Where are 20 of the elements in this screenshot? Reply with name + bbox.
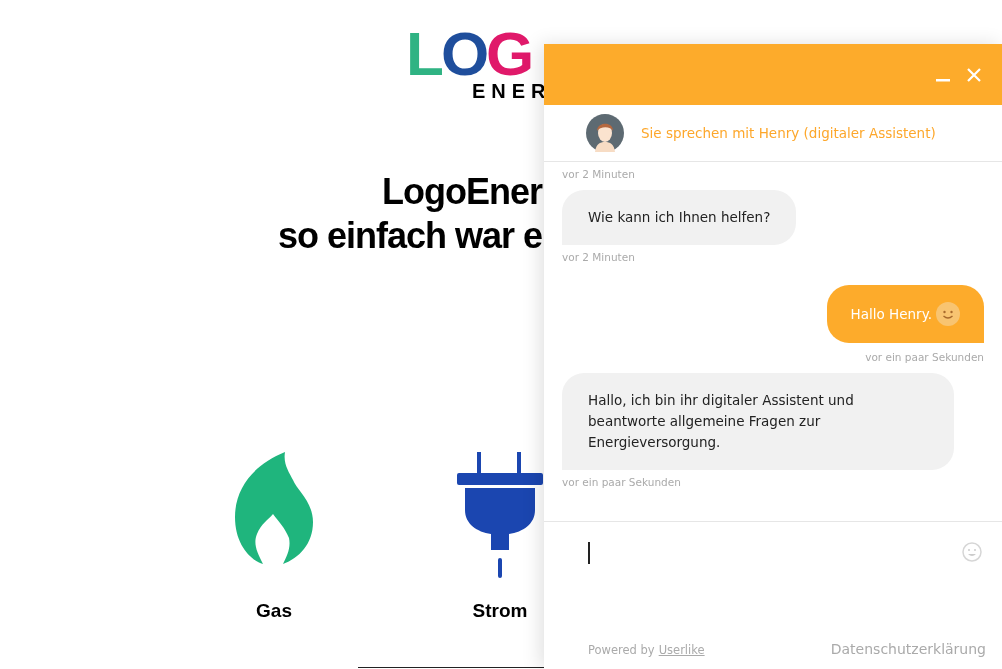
product-label[interactable]: Gas [256, 600, 292, 622]
flame-icon [235, 452, 313, 566]
product-label[interactable]: Strom [472, 600, 528, 622]
close-icon [966, 66, 982, 83]
smiley-icon[interactable] [962, 542, 982, 562]
message-timestamp: vor 2 Minuten [562, 251, 636, 263]
minimize-icon [936, 78, 950, 82]
message-text: Hallo Henry. [850, 304, 932, 324]
agent-title: Sie sprechen mit Henry (digitaler Assistent) [641, 125, 936, 141]
message-timestamp: vor ein paar Sekunden [865, 351, 984, 363]
message-timestamp: vor 2 Minuten [562, 168, 636, 180]
agent-message: Hallo, ich bin ihr digitaler Assistent und beantworte allgemeine Fragen zur Energieversorgung. [562, 373, 954, 470]
agent-message: Wie kann ich Ihnen helfen? [562, 190, 797, 245]
headline: LogoEner [382, 170, 542, 214]
avatar-icon [586, 114, 624, 152]
message-timestamp: vor ein paar Sekunden [562, 476, 682, 488]
logo-letter: L [406, 19, 441, 88]
powered-by-text: Powered by [588, 643, 655, 657]
headline: so einfach war e [277, 214, 542, 258]
plug-icon [457, 452, 543, 580]
